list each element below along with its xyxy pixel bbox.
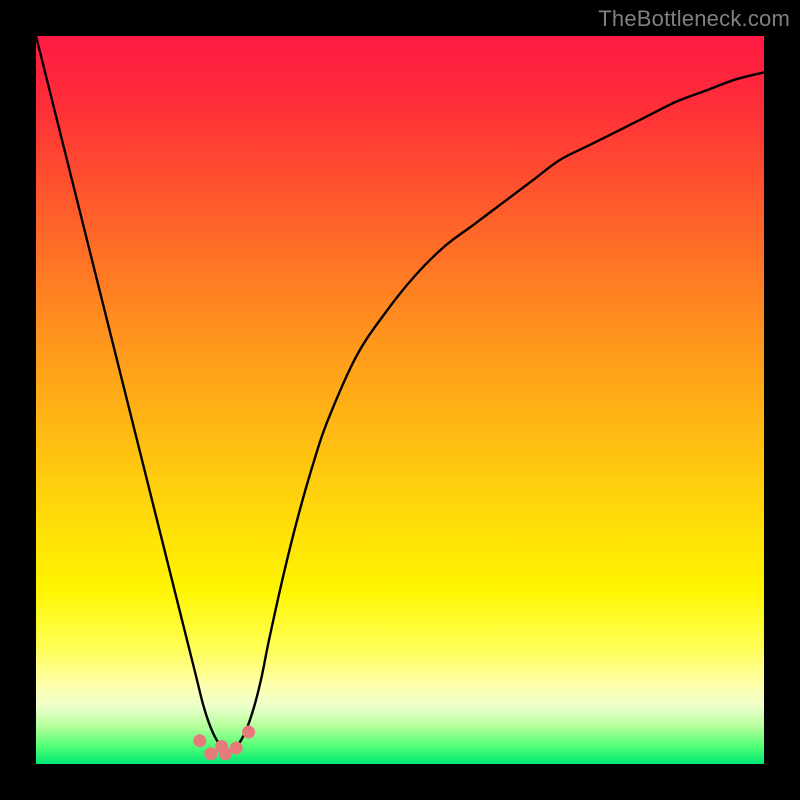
curve-layer (36, 36, 764, 764)
chart-frame: TheBottleneck.com (0, 0, 800, 800)
marker-dot (230, 741, 243, 754)
marker-dot (242, 725, 255, 738)
curve-markers (193, 725, 255, 760)
marker-dot (204, 747, 217, 760)
watermark-text: TheBottleneck.com (598, 6, 790, 32)
bottleneck-curve (36, 36, 764, 750)
plot-area (36, 36, 764, 764)
marker-dot (193, 734, 206, 747)
